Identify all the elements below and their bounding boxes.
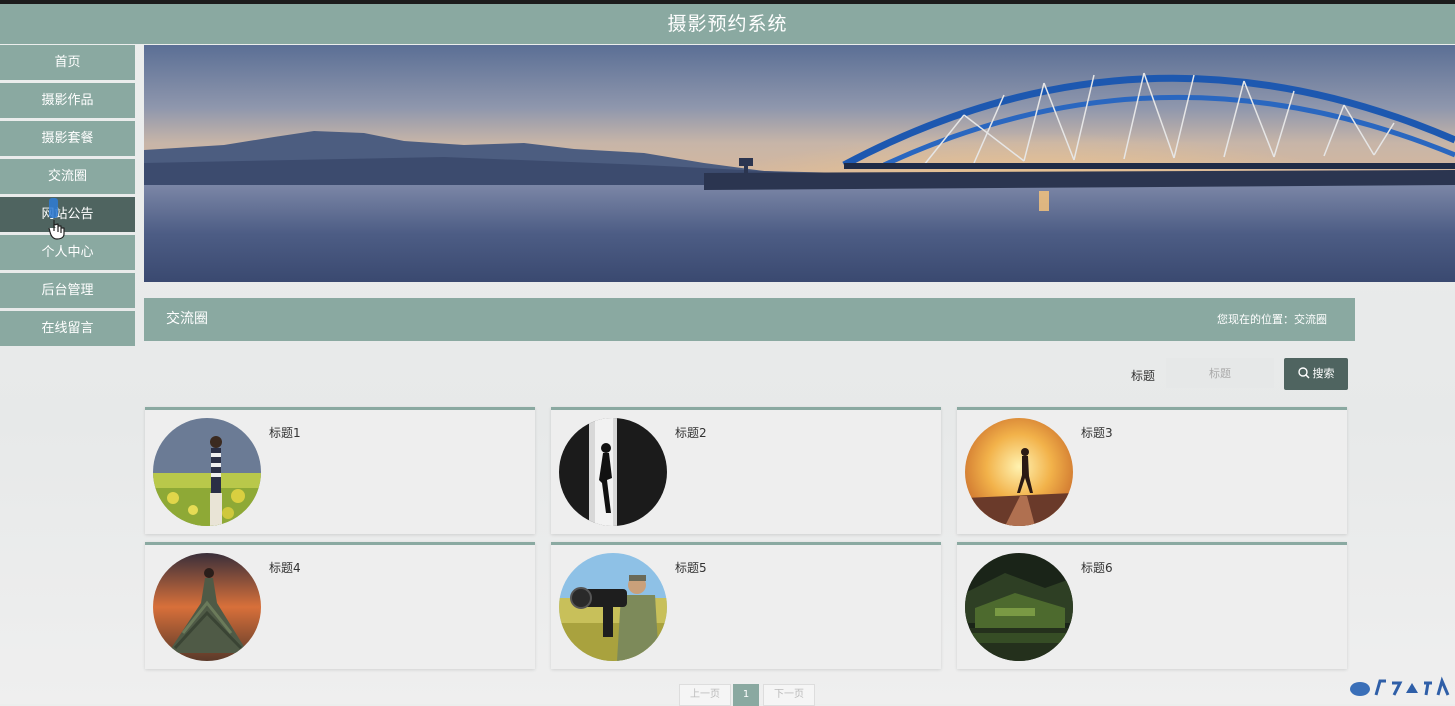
search-label: 标题 <box>1131 369 1156 383</box>
post-card-title: 标题1 <box>269 426 301 440</box>
section-title: 交流圈 <box>166 311 208 327</box>
post-card-6[interactable]: 标题6 <box>957 542 1347 669</box>
dress-at-sunset-photo <box>153 553 261 661</box>
search-button-label: 搜索 <box>1312 367 1335 380</box>
woman-in-flower-field-photo <box>153 418 261 526</box>
silhouette-in-doorway-photo <box>559 418 667 526</box>
post-card-title: 标题5 <box>675 561 707 575</box>
nav-item-community[interactable]: 交流圈 <box>0 159 135 194</box>
nav-item-home[interactable]: 首页 <box>0 45 135 80</box>
hand-cursor-icon <box>48 198 65 240</box>
search-button[interactable]: 搜索 <box>1284 358 1348 390</box>
nav-item-admin[interactable]: 后台管理 <box>0 273 135 308</box>
post-card-3[interactable]: 标题3 <box>957 407 1347 534</box>
prev-page-button[interactable]: 上一页 <box>679 684 731 706</box>
nav-item-messages[interactable]: 在线留言 <box>0 311 135 346</box>
post-card-title: 标题3 <box>1081 426 1113 440</box>
runner-at-sunset-photo <box>965 418 1073 526</box>
nav-item-personal-center[interactable]: 个人中心 <box>0 235 135 270</box>
post-card-title: 标题6 <box>1081 561 1113 575</box>
nav-item-works[interactable]: 摄影作品 <box>0 83 135 118</box>
sidebar-nav: 首页 摄影作品 摄影套餐 交流圈 网站公告 个人中心 后台管理 在线留言 <box>0 45 135 349</box>
next-page-button[interactable]: 下一页 <box>763 684 815 706</box>
post-card-5[interactable]: 标题5 <box>551 542 941 669</box>
section-header-bar: 交流圈 您现在的位置：交流圈 <box>144 298 1355 341</box>
search-icon <box>1297 367 1310 379</box>
post-card-title: 标题4 <box>269 561 301 575</box>
site-header: 摄影预约系统 <box>0 4 1455 44</box>
banner-image <box>144 45 1455 282</box>
green-valley-landscape-photo <box>965 553 1073 661</box>
nav-item-packages[interactable]: 摄影套餐 <box>0 121 135 156</box>
bridge-landscape-image <box>144 45 1455 282</box>
post-card-4[interactable]: 标题4 <box>145 542 535 669</box>
photographer-with-lens-photo <box>559 553 667 661</box>
post-card-1[interactable]: 标题1 <box>145 407 535 534</box>
watermark-logo-icon <box>1350 676 1450 696</box>
post-card-title: 标题2 <box>675 426 707 440</box>
post-card-2[interactable]: 标题2 <box>551 407 941 534</box>
breadcrumb: 您现在的位置：交流圈 <box>1217 313 1327 326</box>
search-input[interactable] <box>1166 358 1274 388</box>
page-1-button[interactable]: 1 <box>733 684 759 706</box>
site-title: 摄影预约系统 <box>667 13 788 35</box>
